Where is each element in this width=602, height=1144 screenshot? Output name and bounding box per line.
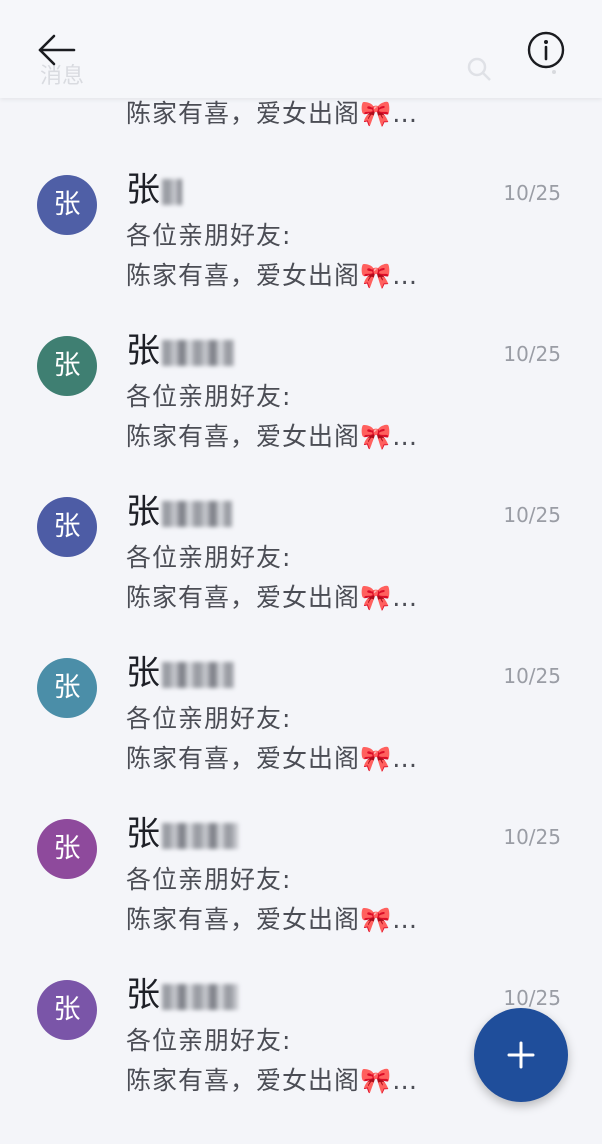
message-date: 10/25 [503,825,561,849]
redacted-mosaic [162,983,238,1010]
new-message-button[interactable] [474,1008,568,1102]
message-list: 陈家有喜，爱女出阁🎀… 张 张 10/25 各位亲朋好友: 陈家有喜，爱女出阁🎀… [0,0,602,1144]
redacted-mosaic [162,339,234,366]
conversation-row[interactable]: 张 张 10/25 各位亲朋好友: 陈家有喜，爱女出阁🎀… [0,644,602,805]
conversation-row[interactable]: 张 张 10/25 各位亲朋好友: 陈家有喜，爱女出阁🎀… [0,805,602,966]
sender-name: 张 [126,813,238,855]
avatar: 张 [37,175,97,235]
info-button[interactable] [524,28,568,72]
conversation-row[interactable]: 张 张 10/25 各位亲朋好友: 陈家有喜，爱女出阁🎀… [0,161,602,322]
message-date: 10/25 [503,181,561,205]
avatar: 张 [37,658,97,718]
message-date: 10/25 [503,664,561,688]
redacted-mosaic [162,500,232,527]
avatar: 张 [37,819,97,879]
sender-name: 张 [126,169,182,211]
redacted-mosaic [162,822,238,849]
message-date: 10/25 [503,503,561,527]
sender-name: 张 [126,330,234,372]
sender-name: 张 [126,491,232,533]
preview-line-1: 各位亲朋好友: [126,1026,292,1055]
preview-line-1: 各位亲朋好友: [126,543,292,572]
avatar: 张 [37,497,97,557]
preview-line-2: 陈家有喜，爱女出阁🎀… [126,422,419,451]
info-circle-icon [527,31,565,69]
preview-line-1: 各位亲朋好友: [126,221,292,250]
redacted-mosaic [162,661,234,688]
sender-name: 张 [126,974,238,1016]
conversation-row[interactable]: 张 张 10/25 各位亲朋好友: 陈家有喜，爱女出阁🎀… [0,483,602,644]
avatar: 张 [37,336,97,396]
avatar: 张 [37,980,97,1040]
top-app-bar: 消息 [0,0,602,98]
redacted-mosaic [162,178,182,205]
plus-icon [507,1041,535,1069]
preview-line-1: 各位亲朋好友: [126,865,292,894]
sender-name: 张 [126,652,234,694]
message-date: 10/25 [503,342,561,366]
partial-message-preview[interactable]: 陈家有喜，爱女出阁🎀… [126,97,418,131]
preview-line-1: 各位亲朋好友: [126,382,292,411]
preview-line-2: 陈家有喜，爱女出阁🎀… [126,583,419,612]
conversation-row[interactable]: 张 张 10/25 各位亲朋好友: 陈家有喜，爱女出阁🎀… [0,322,602,483]
preview-line-2: 陈家有喜，爱女出阁🎀… [126,1066,419,1095]
arrow-left-icon [38,34,76,66]
back-button[interactable] [34,28,78,72]
preview-line-2: 陈家有喜，爱女出阁🎀… [126,905,419,934]
preview-line-1: 各位亲朋好友: [126,704,292,733]
message-date: 10/25 [503,986,561,1010]
preview-line-2: 陈家有喜，爱女出阁🎀… [126,744,419,773]
search-icon [466,56,492,82]
preview-line-2: 陈家有喜，爱女出阁🎀… [126,261,419,290]
